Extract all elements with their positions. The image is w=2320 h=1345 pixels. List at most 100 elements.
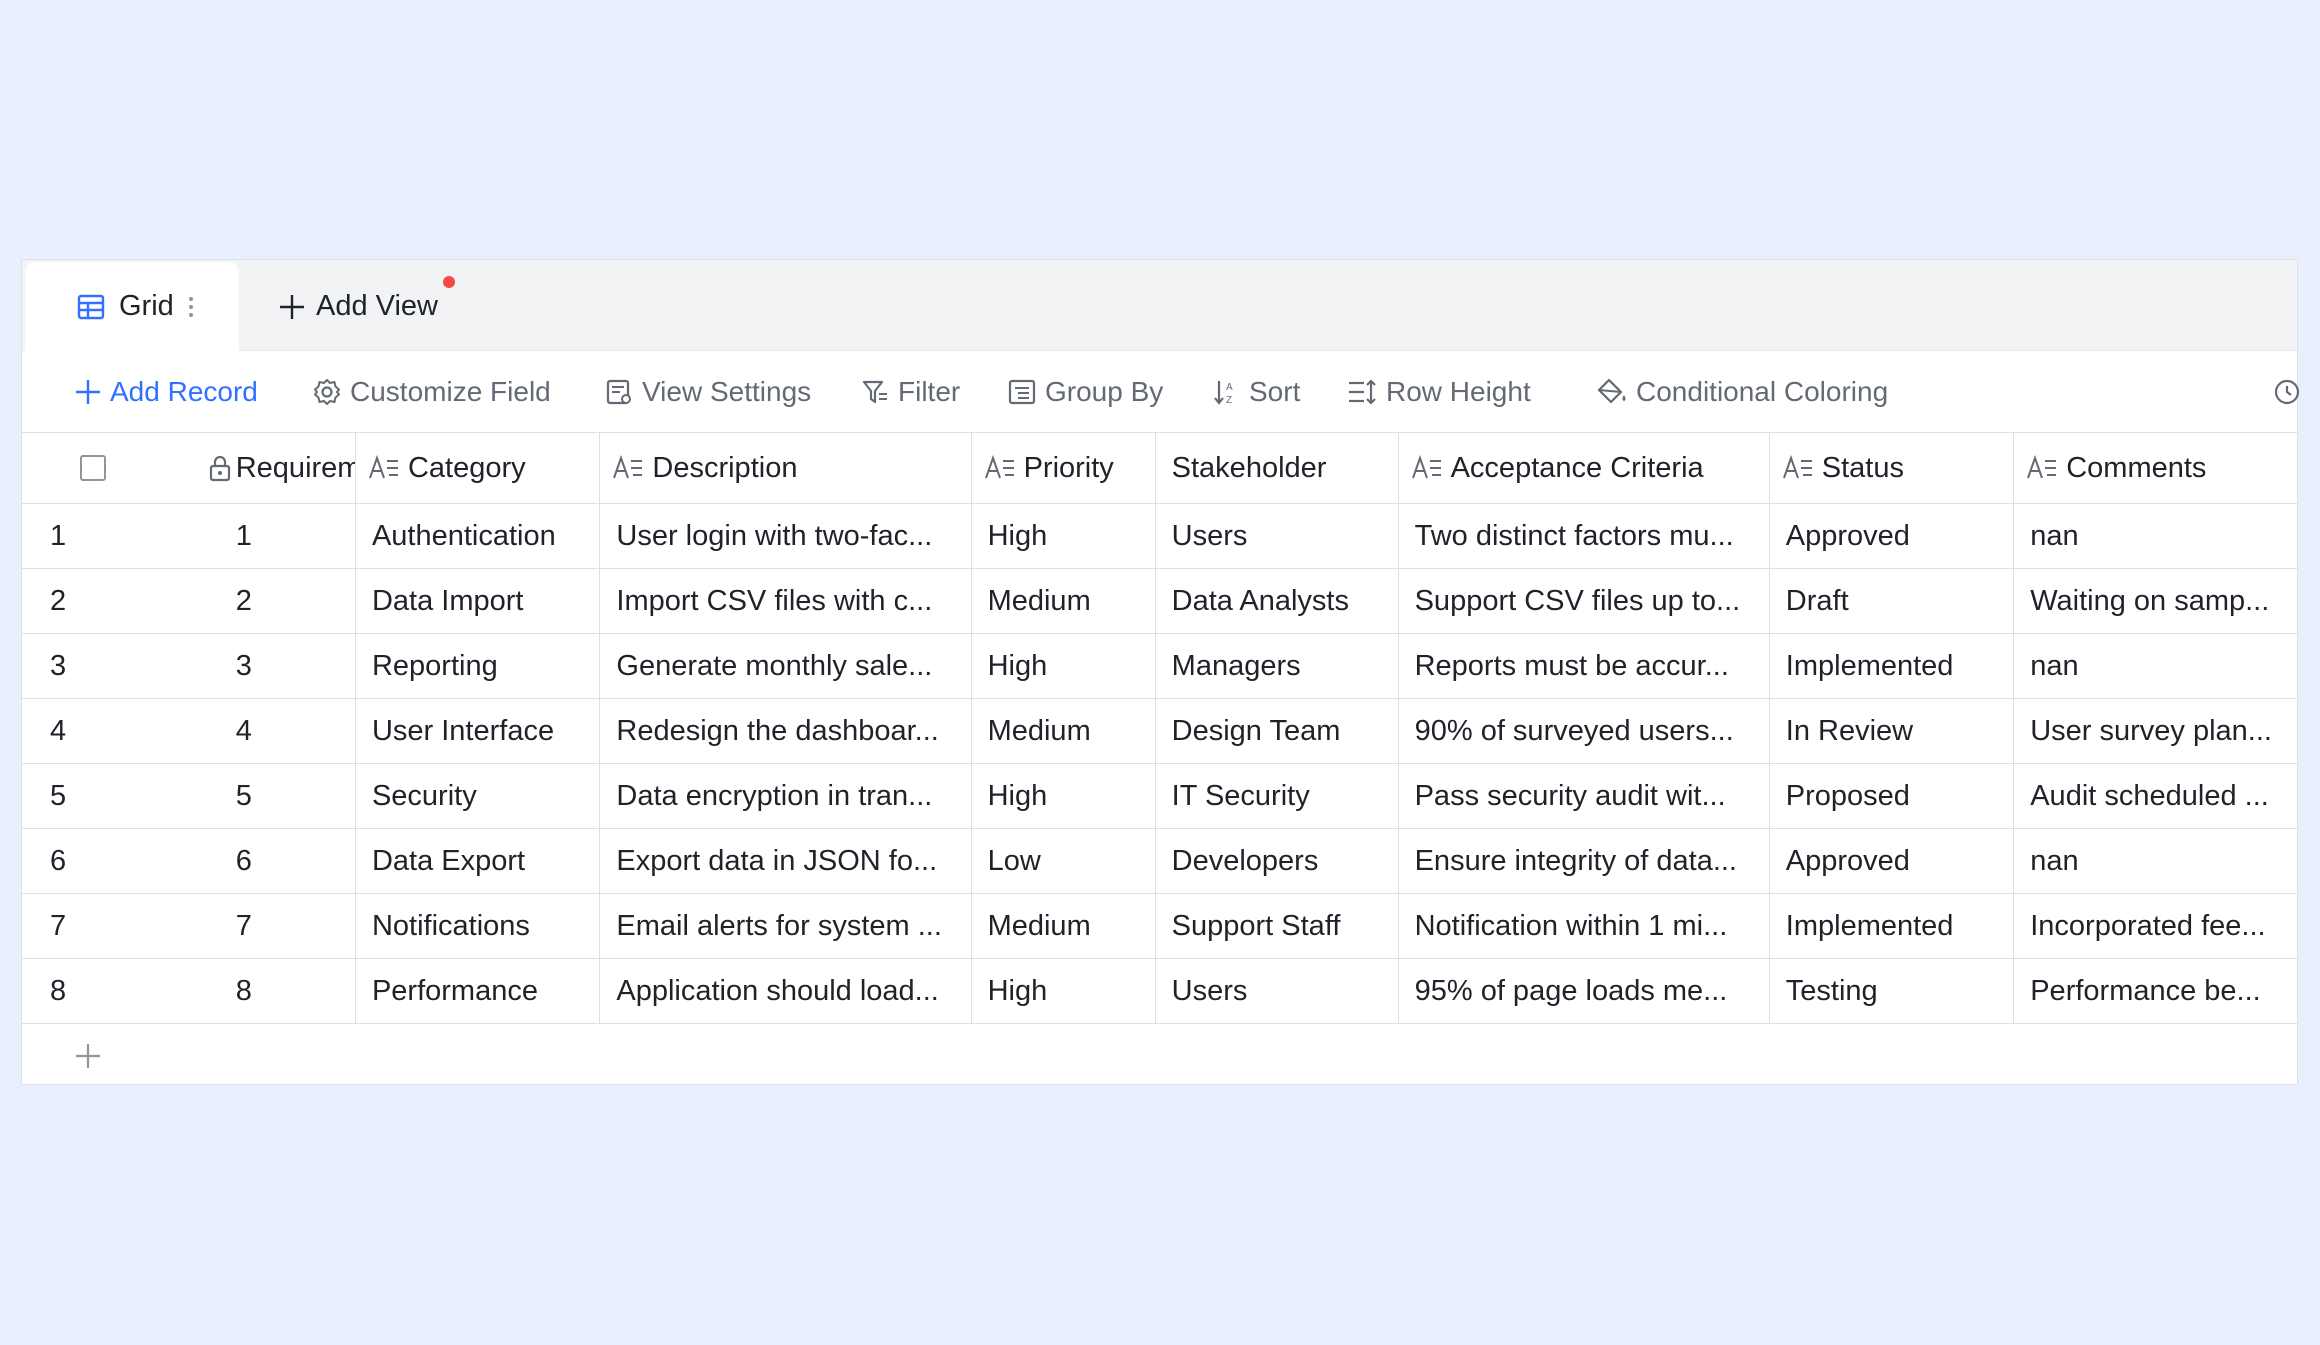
- cell-stakeholder[interactable]: Users: [1155, 503, 1399, 569]
- cell-category[interactable]: Security: [355, 763, 601, 829]
- cell-description[interactable]: Import CSV files with c...: [599, 568, 972, 634]
- cell-priority[interactable]: High: [971, 958, 1156, 1024]
- cell-category[interactable]: User Interface: [355, 698, 601, 764]
- table-row[interactable]: 6 6 Data Export Export data in JSON fo... Lo…: [22, 828, 2298, 894]
- cell-description[interactable]: Email alerts for system ...: [599, 893, 972, 959]
- col-header-comments[interactable]: Comments: [2013, 432, 2298, 504]
- table-row[interactable]: 3 3 Reporting Generate monthly sale... High M…: [22, 633, 2298, 699]
- cell-acceptance[interactable]: Reports must be accur...: [1398, 633, 1770, 699]
- cell-status[interactable]: Testing: [1769, 958, 2015, 1024]
- group-by-button[interactable]: Group By: [1007, 351, 1163, 433]
- cell-comments[interactable]: nan: [2013, 503, 2298, 569]
- more-vertical-icon[interactable]: [188, 295, 194, 319]
- cell-priority[interactable]: Medium: [971, 698, 1156, 764]
- cell-stakeholder[interactable]: Developers: [1155, 828, 1399, 894]
- cell-priority[interactable]: High: [971, 763, 1156, 829]
- row-height-button[interactable]: Row Height: [1346, 351, 1531, 433]
- cell-requirement[interactable]: 3: [231, 633, 356, 699]
- col-header-acceptance-criteria[interactable]: Acceptance Criteria: [1398, 432, 1770, 504]
- cell-category[interactable]: Data Import: [355, 568, 601, 634]
- col-header-requirement[interactable]: Requireme...: [231, 432, 356, 504]
- cell-requirement[interactable]: 2: [231, 568, 356, 634]
- cell-comments[interactable]: Performance be...: [2013, 958, 2298, 1024]
- cell-status[interactable]: Implemented: [1769, 633, 2015, 699]
- cell-stakeholder[interactable]: Support Staff: [1155, 893, 1399, 959]
- table-row[interactable]: 7 7 Notifications Email alerts for system .…: [22, 893, 2298, 959]
- customize-field-label: Customize Field: [350, 376, 551, 407]
- cell-priority[interactable]: Medium: [971, 893, 1156, 959]
- cell-stakeholder[interactable]: IT Security: [1155, 763, 1399, 829]
- col-header-category[interactable]: Category: [355, 432, 601, 504]
- cell-description[interactable]: Redesign the dashboar...: [599, 698, 972, 764]
- cell-comments[interactable]: Incorporated fee...: [2013, 893, 2298, 959]
- cell-description[interactable]: Generate monthly sale...: [599, 633, 972, 699]
- add-view-button[interactable]: Add View: [278, 262, 438, 351]
- cell-comments[interactable]: User survey plan...: [2013, 698, 2298, 764]
- cell-status[interactable]: In Review: [1769, 698, 2015, 764]
- cell-stakeholder[interactable]: Design Team: [1155, 698, 1399, 764]
- sort-button[interactable]: A Z Sort: [1211, 351, 1300, 433]
- history-button[interactable]: [2272, 351, 2310, 433]
- cell-stakeholder[interactable]: Users: [1155, 958, 1399, 1024]
- col-header-description[interactable]: Description: [599, 432, 972, 504]
- cell-requirement[interactable]: 4: [231, 698, 356, 764]
- table-row[interactable]: 8 8 Performance Application should load... H…: [22, 958, 2298, 1024]
- data-grid: Requireme... Category Description: [22, 432, 2298, 1024]
- filter-button[interactable]: Filter: [860, 351, 960, 433]
- cell-priority[interactable]: High: [971, 633, 1156, 699]
- cell-comments[interactable]: nan: [2013, 828, 2298, 894]
- add-record-button[interactable]: Add Record: [74, 351, 258, 433]
- customize-field-button[interactable]: Customize Field: [312, 351, 551, 433]
- cell-acceptance[interactable]: Notification within 1 mi...: [1398, 893, 1770, 959]
- cell-requirement[interactable]: 5: [231, 763, 356, 829]
- cell-acceptance[interactable]: Support CSV files up to...: [1398, 568, 1770, 634]
- select-all-cell: [22, 432, 232, 504]
- cell-stakeholder[interactable]: Data Analysts: [1155, 568, 1399, 634]
- cell-priority[interactable]: Low: [971, 828, 1156, 894]
- cell-description[interactable]: Application should load...: [599, 958, 972, 1024]
- cell-status[interactable]: Draft: [1769, 568, 2015, 634]
- cell-priority[interactable]: High: [971, 503, 1156, 569]
- table-row[interactable]: 1 1 Authentication User login with two-fac.…: [22, 503, 2298, 569]
- cell-description[interactable]: Export data in JSON fo...: [599, 828, 972, 894]
- cell-category[interactable]: Notifications: [355, 893, 601, 959]
- cell-stakeholder[interactable]: Managers: [1155, 633, 1399, 699]
- cell-acceptance[interactable]: Ensure integrity of data...: [1398, 828, 1770, 894]
- cell-category[interactable]: Authentication: [355, 503, 601, 569]
- cell-description[interactable]: Data encryption in tran...: [599, 763, 972, 829]
- cell-acceptance[interactable]: 90% of surveyed users...: [1398, 698, 1770, 764]
- group-by-label: Group By: [1045, 376, 1164, 407]
- cell-status[interactable]: Approved: [1769, 503, 2015, 569]
- cell-acceptance[interactable]: Two distinct factors mu...: [1398, 503, 1770, 569]
- view-settings-button[interactable]: View Settings: [604, 351, 811, 433]
- tab-grid[interactable]: Grid: [25, 262, 239, 351]
- table-row[interactable]: 5 5 Security Data encryption in tran... High…: [22, 763, 2298, 829]
- col-header-priority[interactable]: Priority: [971, 432, 1156, 504]
- cell-category[interactable]: Data Export: [355, 828, 601, 894]
- col-header-status[interactable]: Status: [1769, 432, 2015, 504]
- cell-comments[interactable]: nan: [2013, 633, 2298, 699]
- cell-status[interactable]: Proposed: [1769, 763, 2015, 829]
- table-row[interactable]: 4 4 User Interface Redesign the dashboar...…: [22, 698, 2298, 764]
- cell-priority[interactable]: Medium: [971, 568, 1156, 634]
- cell-category[interactable]: Reporting: [355, 633, 601, 699]
- table-row[interactable]: 2 2 Data Import Import CSV files with c... M…: [22, 568, 2298, 634]
- select-all-checkbox[interactable]: [80, 455, 106, 481]
- cell-requirement[interactable]: 1: [231, 503, 356, 569]
- add-row-button[interactable]: [22, 1026, 2297, 1086]
- cell-requirement[interactable]: 7: [231, 893, 356, 959]
- cell-requirement[interactable]: 6: [231, 828, 356, 894]
- cell-requirement[interactable]: 8: [231, 958, 356, 1024]
- cell-category[interactable]: Performance: [355, 958, 601, 1024]
- cell-acceptance[interactable]: 95% of page loads me...: [1398, 958, 1770, 1024]
- cell-comments[interactable]: Waiting on samp...: [2013, 568, 2298, 634]
- col-header-stakeholder[interactable]: Stakeholder: [1155, 432, 1399, 504]
- cell-status[interactable]: Approved: [1769, 828, 2015, 894]
- conditional-coloring-button[interactable]: Conditional Coloring: [1596, 351, 1888, 433]
- view-settings-icon: [606, 379, 631, 405]
- cell-status[interactable]: Implemented: [1769, 893, 2015, 959]
- col-header-description-label: Description: [652, 451, 798, 484]
- cell-comments[interactable]: Audit scheduled ...: [2013, 763, 2298, 829]
- cell-description[interactable]: User login with two-fac...: [599, 503, 972, 569]
- cell-acceptance[interactable]: Pass security audit wit...: [1398, 763, 1770, 829]
